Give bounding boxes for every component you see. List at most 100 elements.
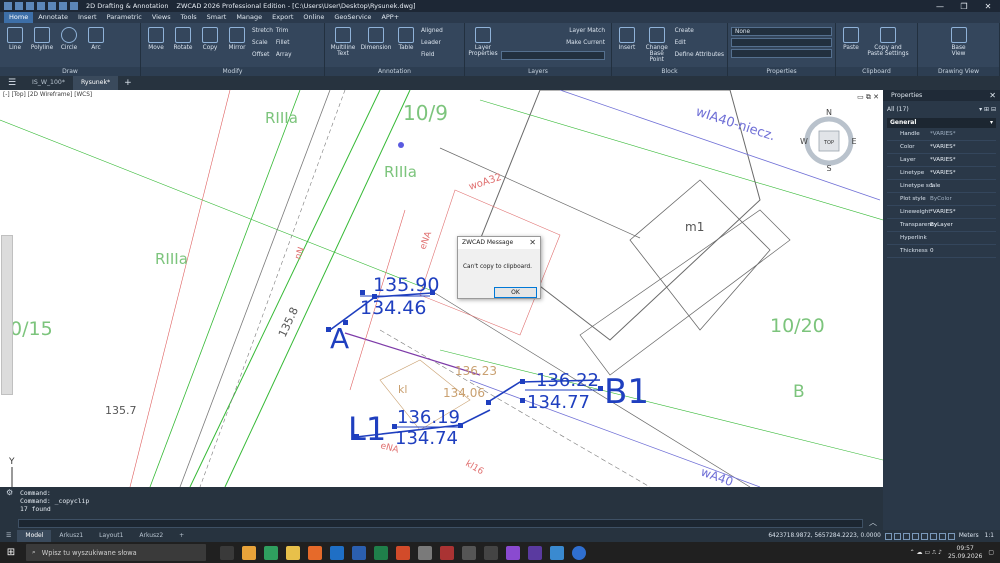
app-icon[interactable]	[242, 545, 256, 560]
offset-button[interactable]: Offset	[252, 49, 273, 61]
minimize-button[interactable]: —	[928, 2, 952, 11]
tool-palette[interactable]	[1, 235, 13, 395]
layout-tab-model[interactable]: Model	[17, 530, 52, 542]
lineweight-toggle-icon[interactable]	[938, 532, 946, 540]
layer-match-button[interactable]: Layer Match	[501, 25, 605, 37]
property-value[interactable]: *VARIES*	[927, 141, 996, 153]
app-icon[interactable]	[528, 545, 542, 560]
view-cube-top-label[interactable]: TOP	[823, 140, 834, 146]
property-row[interactable]: Transparency ByLayer	[887, 219, 996, 232]
rotate-button[interactable]: Rotate	[171, 25, 195, 61]
notifications-icon[interactable]: ▢	[988, 549, 994, 556]
app-icon[interactable]	[462, 545, 476, 560]
aligned-button[interactable]: Aligned	[421, 25, 443, 37]
redo-icon[interactable]	[70, 2, 78, 10]
excel-icon[interactable]	[374, 545, 388, 560]
tab-app-plus[interactable]: APP+	[376, 12, 404, 23]
property-value[interactable]: *VARIES*	[927, 154, 996, 166]
tab-online[interactable]: Online	[298, 12, 329, 23]
property-row[interactable]: Color *VARIES*	[887, 141, 996, 154]
app-icon[interactable]	[418, 545, 432, 560]
dialog-close-icon[interactable]: ✕	[529, 237, 536, 249]
layer-dropdown[interactable]	[501, 51, 605, 60]
doc-tab-is-w-100[interactable]: IS_W_100*	[24, 76, 73, 90]
viewport-label[interactable]: [-] [Top] [2D Wireframe] [WCS]	[3, 92, 92, 98]
outlook-icon[interactable]	[330, 545, 344, 560]
close-icon[interactable]: ✕	[989, 90, 996, 101]
app-icon[interactable]	[506, 545, 520, 560]
doc-tab-rysunek[interactable]: Rysunek*	[72, 76, 119, 90]
menu-icon[interactable]: ☰	[0, 78, 24, 88]
transparency-toggle-icon[interactable]	[947, 532, 955, 540]
drawing-canvas[interactable]: RIIIa 10/9 RIIIa woA32 wIA40-niecz. m1 R…	[0, 90, 883, 487]
layout-tab-layout1[interactable]: Layout1	[91, 530, 131, 542]
tray-icons[interactable]: ⌃ ☁ ▭ ⎍ ♪	[910, 549, 942, 557]
tab-tools[interactable]: Tools	[176, 12, 202, 23]
zwcad-icon[interactable]	[550, 545, 564, 560]
scale-button[interactable]: Scale	[252, 37, 273, 49]
app-icon[interactable]	[484, 545, 498, 560]
snap-toggle-icon[interactable]	[893, 532, 901, 540]
property-value[interactable]: 0	[927, 245, 996, 257]
edit-block-button[interactable]: Edit	[675, 37, 724, 49]
property-row[interactable]: Plot style ByColor	[887, 193, 996, 206]
arc-button[interactable]: Arc	[84, 25, 108, 51]
tab-export[interactable]: Export	[267, 12, 298, 23]
circle-button[interactable]: Circle	[57, 25, 81, 51]
collapse-icon[interactable]: ▾	[990, 118, 993, 128]
ortho-toggle-icon[interactable]	[902, 532, 910, 540]
tab-geoservice[interactable]: GeoService	[329, 12, 376, 23]
tab-insert[interactable]: Insert	[73, 12, 102, 23]
property-row[interactable]: Lineweight *VARIES*	[887, 206, 996, 219]
tab-manage[interactable]: Manage	[231, 12, 267, 23]
property-value[interactable]: *VARIES*	[927, 167, 996, 179]
move-button[interactable]: Move	[144, 25, 168, 61]
annotation-scale[interactable]: 1:1	[985, 533, 1000, 539]
property-row[interactable]: Handle *VARIES*	[887, 128, 996, 141]
layout-tab-arkusz1[interactable]: Arkusz1	[51, 530, 91, 542]
array-button[interactable]: Array	[276, 49, 292, 61]
new-icon[interactable]	[15, 2, 23, 10]
property-value[interactable]: *VARIES*	[927, 206, 996, 218]
edge-icon[interactable]	[264, 545, 278, 560]
tab-views[interactable]: Views	[147, 12, 176, 23]
undo-icon[interactable]	[59, 2, 67, 10]
units-selector[interactable]: Meters	[959, 533, 985, 539]
windows-start-icon[interactable]: ⊞	[0, 547, 22, 558]
make-current-button[interactable]: Make Current	[501, 37, 605, 49]
copy-paste-settings-button[interactable]: Copy and Paste Settings	[866, 25, 910, 57]
close-button[interactable]: ✕	[976, 2, 1000, 11]
chevron-down-icon[interactable]: ▾ ⊞ ⊟	[979, 104, 996, 115]
viewport-controls[interactable]: ▭ ⧉ ✕	[857, 93, 879, 102]
fillet-button[interactable]: Fillet	[276, 37, 292, 49]
osnap-toggle-icon[interactable]	[920, 532, 928, 540]
line-button[interactable]: Line	[3, 25, 27, 51]
change-base-point-button[interactable]: Change Base Point	[642, 25, 672, 63]
define-attributes-button[interactable]: Define Attributes	[675, 49, 724, 61]
table-button[interactable]: Table	[394, 25, 418, 61]
command-input[interactable]	[18, 519, 863, 528]
word-icon[interactable]	[352, 545, 366, 560]
paste-button[interactable]: Paste	[839, 25, 863, 57]
task-view-icon[interactable]	[220, 545, 234, 560]
general-section[interactable]: General ▾	[887, 118, 996, 128]
app-icon[interactable]	[440, 545, 454, 560]
grid-toggle-icon[interactable]	[884, 532, 892, 540]
leader-button[interactable]: Leader	[421, 37, 443, 49]
add-layout-button[interactable]: +	[171, 530, 192, 542]
open-icon[interactable]	[26, 2, 34, 10]
tab-home[interactable]: Home	[4, 12, 34, 23]
clock[interactable]: 09:57 25.09.2026	[948, 545, 982, 561]
property-row[interactable]: Thickness 0	[887, 245, 996, 258]
tab-annotate[interactable]: Annotate	[33, 12, 73, 23]
mirror-button[interactable]: Mirror	[225, 25, 249, 61]
file-explorer-icon[interactable]	[286, 545, 300, 560]
field-button[interactable]: Field	[421, 49, 443, 61]
gear-icon[interactable]: ⚙	[6, 488, 13, 497]
maximize-button[interactable]: ❐	[952, 2, 976, 11]
create-block-button[interactable]: Create	[675, 25, 724, 37]
taskbar-search[interactable]: ⌕ Wpisz tu wyszukiwane słowa	[26, 544, 206, 561]
tab-parametric[interactable]: Parametric	[102, 12, 147, 23]
app-menu-icon[interactable]	[4, 2, 12, 10]
layer-properties-button[interactable]: Layer Properties	[468, 25, 498, 60]
